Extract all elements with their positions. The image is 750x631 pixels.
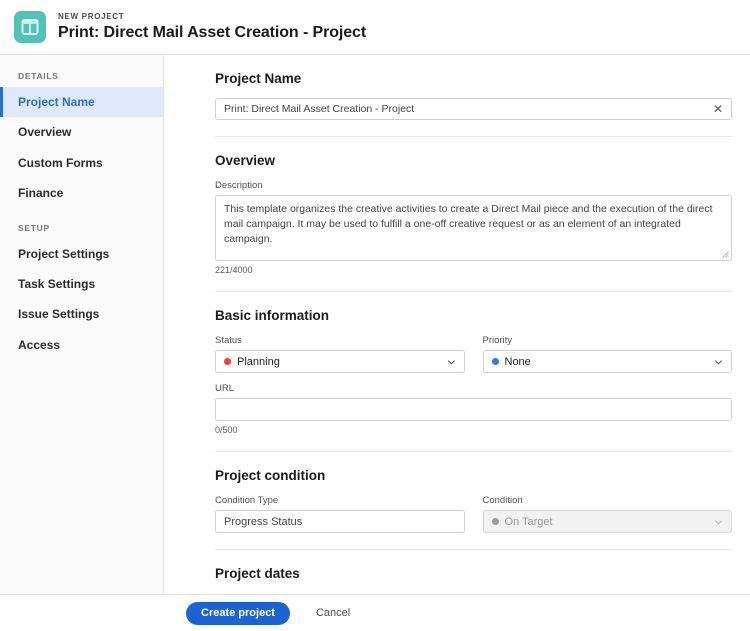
status-label: Status bbox=[215, 335, 242, 346]
status-value: Planning bbox=[237, 355, 280, 368]
priority-select[interactable]: None bbox=[482, 350, 732, 373]
sidebar-item-label: Task Settings bbox=[18, 276, 96, 291]
section-basic-information: Basic information Status Planning Priori… bbox=[215, 291, 732, 435]
section-heading: Project Name bbox=[215, 71, 302, 86]
condition-dot-icon bbox=[491, 518, 499, 525]
resize-handle-icon[interactable] bbox=[721, 250, 729, 258]
sidebar-item-custom-forms[interactable]: Custom Forms bbox=[0, 148, 163, 178]
chevron-down-icon bbox=[714, 519, 723, 525]
sidebar-group-setup: SETUP bbox=[18, 222, 50, 233]
description-label: Description bbox=[215, 180, 263, 191]
condition-type-label: Condition Type bbox=[215, 495, 279, 506]
template-layout-icon bbox=[14, 11, 46, 43]
condition-label: Condition bbox=[482, 495, 523, 506]
page-title: Print: Direct Mail Asset Creation - Proj… bbox=[58, 24, 367, 41]
section-project-dates: Project dates bbox=[215, 549, 732, 581]
sidebar-item-label: Custom Forms bbox=[18, 155, 103, 170]
sidebar-item-task-settings[interactable]: Task Settings bbox=[0, 269, 163, 299]
page-eyebrow: NEW PROJECT bbox=[58, 12, 125, 21]
sidebar-item-label: Access bbox=[18, 337, 61, 352]
section-overview: Overview Description This template organ… bbox=[215, 136, 732, 275]
description-textarea[interactable]: This template organizes the creative act… bbox=[215, 195, 732, 261]
condition-field: Condition On Target bbox=[482, 495, 732, 533]
priority-dot-icon bbox=[491, 358, 499, 365]
form-footer: Create project Cancel bbox=[0, 594, 750, 631]
sidebar-item-label: Finance bbox=[18, 186, 64, 201]
description-counter: 221/4000 bbox=[215, 265, 253, 275]
sidebar-item-label: Project Name bbox=[18, 95, 95, 109]
priority-value: None bbox=[504, 355, 531, 368]
status-field: Status Planning bbox=[215, 335, 465, 373]
condition-type-value: Progress Status bbox=[215, 510, 465, 533]
page-header: NEW PROJECT Print: Direct Mail Asset Cre… bbox=[0, 0, 750, 55]
sidebar-item-label: Issue Settings bbox=[18, 307, 100, 322]
sidebar-item-label: Overview bbox=[18, 125, 72, 140]
sidebar-item-issue-settings[interactable]: Issue Settings bbox=[0, 299, 163, 329]
project-name-input[interactable]: Print: Direct Mail Asset Creation - Proj… bbox=[215, 98, 732, 120]
sidebar-item-overview[interactable]: Overview bbox=[0, 117, 163, 147]
project-name-field-wrap: Print: Direct Mail Asset Creation - Proj… bbox=[215, 98, 732, 120]
status-select[interactable]: Planning bbox=[215, 350, 465, 373]
sidebar-item-finance[interactable]: Finance bbox=[0, 178, 163, 208]
url-input[interactable] bbox=[215, 398, 732, 421]
url-field: URL 0/500 bbox=[215, 383, 732, 435]
section-heading: Project dates bbox=[215, 566, 300, 581]
form-content: Project Name Print: Direct Mail Asset Cr… bbox=[165, 55, 750, 594]
cancel-button[interactable]: Cancel bbox=[310, 606, 356, 620]
priority-label: Priority bbox=[482, 335, 513, 346]
sidebar-group-details: DETAILS bbox=[18, 71, 59, 81]
url-label: URL bbox=[215, 383, 235, 394]
chevron-down-icon[interactable] bbox=[714, 357, 723, 366]
sidebar-item-project-name[interactable]: Project Name bbox=[0, 87, 163, 118]
status-dot-icon bbox=[224, 358, 231, 365]
section-heading: Basic information bbox=[215, 308, 330, 323]
chevron-down-icon[interactable] bbox=[447, 357, 456, 366]
condition-value: On Target bbox=[504, 515, 553, 528]
sidebar: DETAILS Project Name Overview Custom For… bbox=[0, 55, 164, 594]
create-project-button[interactable]: Create project bbox=[186, 601, 290, 625]
condition-select: On Target bbox=[482, 510, 732, 533]
description-text: This template organizes the creative act… bbox=[224, 203, 713, 246]
close-icon[interactable]: ✕ bbox=[713, 103, 723, 115]
section-heading: Overview bbox=[215, 153, 276, 168]
sidebar-item-project-settings[interactable]: Project Settings bbox=[0, 239, 163, 269]
new-project-page: NEW PROJECT Print: Direct Mail Asset Cre… bbox=[0, 0, 750, 631]
sidebar-item-access[interactable]: Access bbox=[0, 330, 163, 360]
condition-row: Condition Type Progress Status Condition… bbox=[215, 495, 732, 533]
section-project-name: Project Name Print: Direct Mail Asset Cr… bbox=[215, 55, 732, 120]
status-priority-row: Status Planning Priority None bbox=[215, 335, 732, 373]
url-counter: 0/500 bbox=[215, 425, 238, 435]
condition-type-field: Condition Type Progress Status bbox=[215, 495, 465, 533]
priority-field: Priority None bbox=[482, 335, 732, 373]
section-heading: Project condition bbox=[215, 468, 326, 483]
section-project-condition: Project condition Condition Type Progres… bbox=[215, 451, 732, 533]
sidebar-item-label: Project Settings bbox=[18, 246, 110, 261]
